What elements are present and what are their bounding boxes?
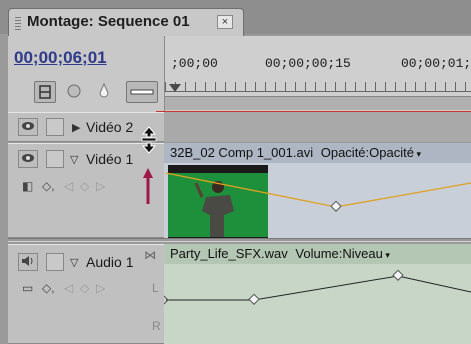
track-video2[interactable] (164, 112, 471, 142)
collapse-icon[interactable]: ▽ (70, 153, 78, 166)
marker-tool[interactable] (64, 81, 86, 103)
next-keyframe-icon[interactable]: ▷ (96, 281, 105, 295)
tab-sequence[interactable]: Montage: Sequence 01 × (8, 8, 244, 36)
add-keyframe-icon[interactable]: ◇ (80, 179, 89, 193)
waveform-style-icon[interactable]: ▭ (22, 281, 33, 295)
track-name: Vidéo 2 (86, 119, 134, 135)
ruler-label: 00;00;01;00 (401, 56, 471, 71)
sync-icon: ⋈ (144, 248, 156, 262)
eye-icon[interactable] (18, 118, 38, 136)
close-icon[interactable]: × (217, 15, 233, 29)
ruler-label: 00;00;00;15 (265, 56, 351, 71)
next-keyframe-icon[interactable]: ▷ (96, 179, 105, 193)
prev-keyframe-icon[interactable]: ◁ (64, 179, 73, 193)
channel-right-label: R (152, 319, 161, 333)
pointer-arrow-icon (143, 168, 153, 204)
ruler-label: ;00;00 (171, 56, 218, 71)
snap-tool[interactable] (34, 81, 56, 103)
volume-curve[interactable] (164, 244, 471, 344)
track-icon (130, 89, 154, 95)
work-area-bar[interactable] (165, 96, 471, 110)
track-header-audio1: ▽ Audio 1 ⋈ ▭ ◇, ◁ ◇ ▷ L R (8, 244, 164, 344)
track-video1[interactable]: 32B_02 Comp 1_001.avi Opacité:Opacité ▾ (164, 143, 471, 238)
playhead-icon[interactable] (169, 84, 181, 92)
lock-icon[interactable] (46, 150, 64, 168)
timeline-window: Montage: Sequence 01 × 00;00;06;01 ;00;0… (0, 0, 471, 344)
add-keyframe-icon[interactable]: ◇ (80, 281, 89, 295)
channel-left-label: L (152, 281, 159, 295)
display-style-icon[interactable]: ◧ (22, 179, 33, 193)
time-ruler[interactable]: ;00;00 00;00;00;15 00;00;01;00 (164, 36, 471, 112)
tab-bar: Montage: Sequence 01 × (0, 0, 471, 36)
drop-icon (99, 82, 109, 98)
track-name: Vidéo 1 (86, 151, 134, 167)
expand-icon[interactable]: ▶ (72, 121, 80, 134)
keyframe-toggle-icon[interactable]: ◇, (42, 179, 55, 193)
ruler-base (165, 91, 471, 92)
resize-cursor-icon (141, 126, 157, 154)
lock-icon[interactable] (46, 118, 64, 136)
marker-icon (67, 84, 81, 98)
grip-icon[interactable] (15, 17, 21, 31)
tab-title: Montage: Sequence 01 (27, 13, 190, 30)
collapse-icon[interactable]: ▽ (70, 256, 78, 269)
eye-icon[interactable] (18, 150, 38, 168)
track-audio1[interactable]: Party_Life_SFX.wav Volume:Niveau ▾ (164, 244, 471, 344)
opacity-curve[interactable] (164, 143, 471, 238)
track-separator[interactable] (8, 238, 471, 242)
track-name: Audio 1 (86, 254, 134, 270)
current-timecode[interactable]: 00;00;06;01 (14, 48, 107, 68)
keyframe-tool[interactable] (94, 81, 116, 103)
keyframe-toggle-icon[interactable]: ◇, (42, 281, 55, 295)
speaker-icon[interactable] (18, 253, 38, 271)
lock-icon[interactable] (46, 253, 64, 271)
track-toggle[interactable] (126, 81, 158, 103)
timecode-area: 00;00;06;01 ;00;00 00;00;00;15 00;00;01; (8, 36, 471, 112)
snap-icon (39, 85, 51, 99)
prev-keyframe-icon[interactable]: ◁ (64, 281, 73, 295)
